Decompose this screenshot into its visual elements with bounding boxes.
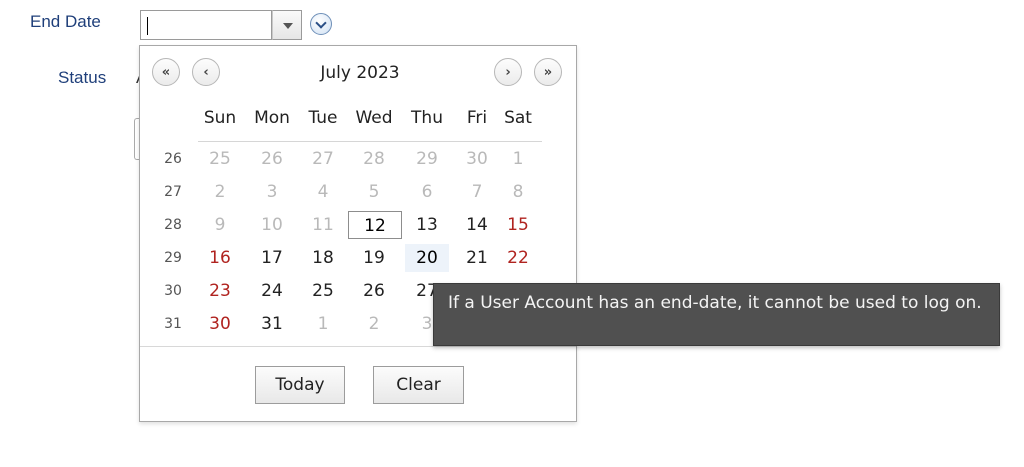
day-cell[interactable]: 13 xyxy=(405,211,449,239)
day-cell[interactable]: 7 xyxy=(455,178,499,206)
day-cell[interactable]: 23 xyxy=(198,277,242,305)
day-cell[interactable]: 3 xyxy=(250,178,294,206)
week-number: 27 xyxy=(164,184,182,200)
end-date-input[interactable] xyxy=(140,10,272,40)
day-cell[interactable]: 10 xyxy=(250,211,294,239)
chevron-down-icon xyxy=(315,17,327,29)
day-cell[interactable]: 14 xyxy=(455,211,499,239)
day-cell[interactable]: 22 xyxy=(496,244,540,272)
calendar-toggle-icon[interactable] xyxy=(310,13,332,35)
day-cell[interactable]: 27 xyxy=(301,145,345,173)
footer-rule xyxy=(140,346,576,347)
prev-month-button[interactable]: ‹ xyxy=(192,58,220,86)
day-cell[interactable]: 18 xyxy=(301,244,345,272)
day-cell[interactable]: 1 xyxy=(496,145,540,173)
calendar-popup: « ‹ July 2023 › » Today Clear Sun Mon Tue W… xyxy=(139,45,577,422)
end-date-label: End Date xyxy=(30,12,101,31)
day-cell[interactable]: 20 xyxy=(405,244,449,272)
day-cell[interactable]: 1 xyxy=(301,310,345,338)
day-cell[interactable]: 24 xyxy=(250,277,294,305)
week-number: 26 xyxy=(164,151,182,167)
weekday-header: Mon xyxy=(254,108,290,128)
weekday-header: Tue xyxy=(308,108,338,128)
week-number: 29 xyxy=(164,250,182,266)
day-cell[interactable]: 26 xyxy=(352,277,396,305)
day-cell[interactable]: 8 xyxy=(496,178,540,206)
next-year-button[interactable]: » xyxy=(534,58,562,86)
weekday-header: Wed xyxy=(355,108,393,128)
chevron-down-icon xyxy=(283,23,293,29)
day-cell[interactable]: 2 xyxy=(198,178,242,206)
day-cell[interactable]: 11 xyxy=(301,211,345,239)
today-button[interactable]: Today xyxy=(255,366,345,404)
dropdown-button[interactable] xyxy=(272,10,302,40)
month-title: July 2023 xyxy=(320,63,400,83)
day-cell[interactable]: 12 xyxy=(348,211,402,239)
tooltip: If a User Account has an end-date, it ca… xyxy=(433,283,1000,346)
day-cell[interactable]: 21 xyxy=(455,244,499,272)
day-cell[interactable]: 30 xyxy=(198,310,242,338)
day-cell[interactable]: 9 xyxy=(198,211,242,239)
next-month-button[interactable]: › xyxy=(494,58,522,86)
weekday-header: Sat xyxy=(504,108,532,128)
weekday-header: Thu xyxy=(411,108,443,128)
day-cell[interactable]: 30 xyxy=(455,145,499,173)
day-cell[interactable]: 25 xyxy=(198,145,242,173)
clear-button[interactable]: Clear xyxy=(373,366,464,404)
day-cell[interactable]: 28 xyxy=(352,145,396,173)
weekday-header: Sun xyxy=(203,108,237,128)
weekday-header: Fri xyxy=(466,108,488,128)
prev-year-button[interactable]: « xyxy=(152,58,180,86)
day-cell[interactable]: 6 xyxy=(405,178,449,206)
week-number: 30 xyxy=(164,283,182,299)
day-cell[interactable]: 26 xyxy=(250,145,294,173)
day-cell[interactable]: 19 xyxy=(352,244,396,272)
day-cell[interactable]: 29 xyxy=(405,145,449,173)
day-cell[interactable]: 31 xyxy=(250,310,294,338)
week-number: 28 xyxy=(164,217,182,233)
day-cell[interactable]: 17 xyxy=(250,244,294,272)
text-cursor xyxy=(147,17,148,35)
day-cell[interactable]: 4 xyxy=(301,178,345,206)
weekday-header-rule xyxy=(198,141,542,142)
day-cell[interactable]: 16 xyxy=(198,244,242,272)
day-cell[interactable]: 2 xyxy=(352,310,396,338)
week-number: 31 xyxy=(164,316,182,332)
day-cell[interactable]: 5 xyxy=(352,178,396,206)
day-cell[interactable]: 25 xyxy=(301,277,345,305)
day-cell[interactable]: 15 xyxy=(496,211,540,239)
status-label: Status xyxy=(58,68,107,87)
